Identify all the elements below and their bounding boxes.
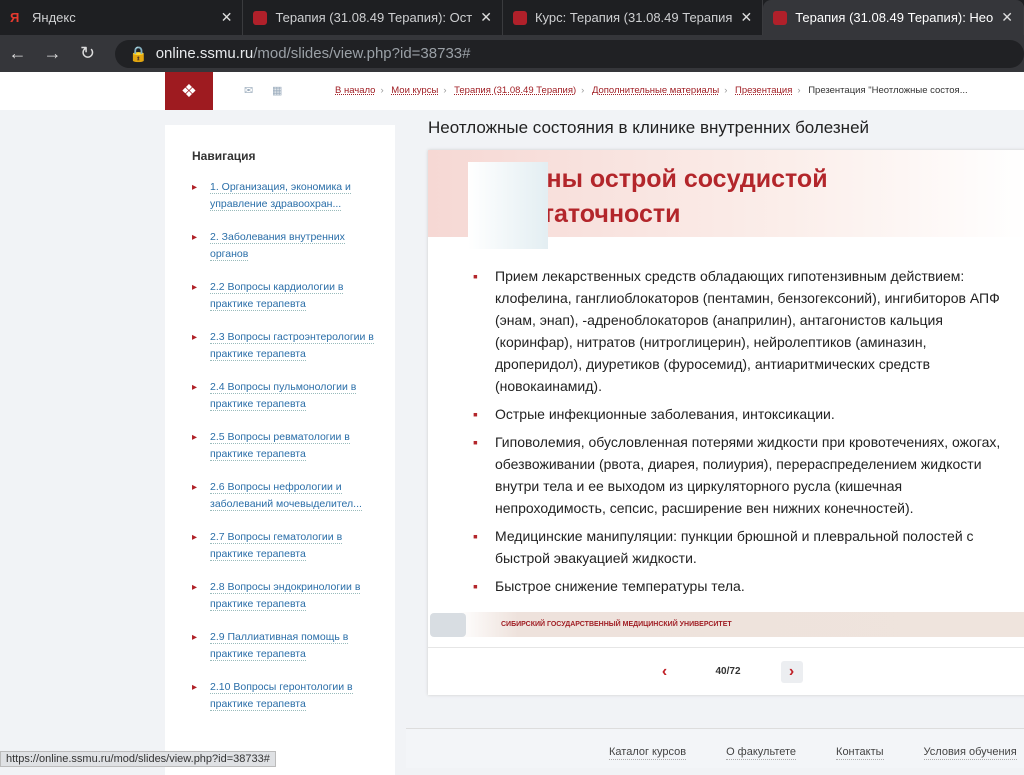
bullet-line: обезвоживании (рвота, диарея, полиурия),…	[495, 456, 982, 472]
breadcrumb-link[interactable]: Дополнительные материалы	[592, 85, 719, 96]
tab-bar: Я Яндекс ✕ Терапия (31.08.49 Терапия): Ост…	[0, 0, 1024, 35]
sidebar-item-label: 2.4 Вопросы пульмонологии в практике тер…	[210, 381, 357, 411]
sidebar-item[interactable]: 2.9 Паллиативная помощь в практике терап…	[165, 629, 395, 663]
bullet-line: Быстрое снижение температуры тела.	[495, 578, 745, 594]
sidebar-item-label: 2.9 Паллиативная помощь в практике терап…	[210, 631, 349, 661]
slide-bullet: Острые инфекционные заболевания, интокси…	[473, 403, 1008, 425]
site-footer: Каталог курсов О факультете Контакты Усл…	[406, 728, 1024, 768]
url-input[interactable]: 🔒 online.ssmu.ru/mod/slides/view.php?id=3…	[115, 39, 1024, 68]
close-icon[interactable]: ✕	[1001, 9, 1013, 26]
sidebar-item-label: 2.10 Вопросы геронтологии в практике тер…	[210, 681, 353, 711]
mail-icon[interactable]: ✉	[244, 84, 253, 97]
address-bar-row: ← → ↻ 🔒 online.ssmu.ru/mod/slides/view.ph…	[0, 35, 1024, 72]
tonometer-image	[430, 612, 466, 637]
favicon-icon	[773, 10, 788, 25]
bullet-line: внутри тела и ее выходом из циркуляторно…	[495, 478, 903, 494]
footer-link[interactable]: Каталог курсов	[609, 746, 687, 760]
sidebar-item-label: 2.3 Вопросы гастроэнтерологии в практике…	[210, 331, 374, 361]
slide-bullet: Быстрое снижение температуры тела.	[473, 575, 1008, 597]
bullet-line: непроходимость, сепсис, расширение вен н…	[495, 500, 914, 516]
sidebar-item[interactable]: 1. Организация, экономика и управление з…	[165, 179, 395, 213]
slide-header: Причины острой сосудистой недостаточности	[428, 150, 1024, 249]
status-bar-url: https://online.ssmu.ru/mod/slides/view.p…	[0, 751, 276, 767]
slide-bullet: Гиповолемия, обусловленная потерями жидк…	[473, 431, 1008, 519]
sidebar-item-label: 2.7 Вопросы гематологии в практике терап…	[210, 531, 343, 561]
forward-icon[interactable]: →	[35, 43, 70, 64]
favicon-icon	[253, 10, 268, 25]
back-icon[interactable]: ←	[0, 43, 35, 64]
breadcrumb-link[interactable]: Презентация	[735, 85, 792, 96]
breadcrumb-link[interactable]: Терапия (31.08.49 Терапия)	[454, 85, 576, 96]
sidebar-item[interactable]: 2.10 Вопросы геронтологии в практике тер…	[165, 679, 395, 713]
next-slide-button[interactable]: ›	[780, 660, 803, 683]
sidebar-item-label: 1. Организация, экономика и управление з…	[210, 181, 351, 211]
sidebar-item-label: 2.2 Вопросы кардиологии в практике терап…	[210, 281, 344, 311]
navigation-title: Навигация	[192, 149, 256, 163]
sidebar-item[interactable]: 2.8 Вопросы эндокринологии в практике те…	[165, 579, 395, 613]
sidebar-item[interactable]: 2.6 Вопросы нефрологии и заболеваний моч…	[165, 479, 395, 513]
calendar-icon[interactable]: ▦	[272, 84, 282, 97]
footer-link[interactable]: О факультете	[726, 746, 797, 760]
reload-icon[interactable]: ↻	[70, 43, 105, 64]
bullet-line: (энам, энап), -адреноблокаторов (анаприл…	[495, 312, 943, 328]
sidebar-item[interactable]: 2.7 Вопросы гематологии в практике терап…	[165, 529, 395, 563]
breadcrumb-link[interactable]: Мои курсы	[391, 85, 438, 96]
page-counter: 40/72	[715, 666, 741, 677]
tab-yandex[interactable]: Я Яндекс ✕	[0, 0, 244, 35]
sidebar-item[interactable]: 2.2 Вопросы кардиологии в практике терап…	[165, 279, 395, 313]
slide-footer: СИБИРСКИЙ ГОСУДАРСТВЕННЫЙ МЕДИЦИНСКИЙ УН…	[428, 612, 1024, 637]
site-header: ❖ ✉ ▦ В начало › Мои курсы › Терапия (31.0…	[0, 72, 1024, 110]
breadcrumb: В начало › Мои курсы › Терапия (31.08.49 Т…	[335, 85, 968, 96]
footer-link[interactable]: Контакты	[836, 746, 884, 760]
sidebar-item-label: 2.6 Вопросы нефрологии и заболеваний моч…	[210, 481, 362, 511]
sidebar-item[interactable]: 2.5 Вопросы ревматологии в практике тера…	[165, 429, 395, 463]
sidebar-item[interactable]: 2.4 Вопросы пульмонологии в практике тер…	[165, 379, 395, 413]
slide-viewer: Причины острой сосудистой недостаточности…	[428, 150, 1024, 695]
bullet-line: Острые инфекционные заболевания, интокси…	[495, 406, 835, 422]
bullet-line: Прием лекарственных средств обладающих г…	[495, 268, 965, 284]
tab-active[interactable]: Терапия (31.08.49 Терапия): Нео ✕	[763, 0, 1024, 35]
sidebar-item[interactable]: 2. Заболевания внутренних органов	[165, 229, 395, 263]
prev-slide-button[interactable]: ‹	[653, 661, 675, 683]
breadcrumb-current: Презентация "Неотложные состоя...	[808, 85, 968, 96]
lock-icon: 🔒	[129, 45, 148, 63]
breadcrumb-link[interactable]: В начало	[335, 85, 375, 96]
close-icon[interactable]: ✕	[740, 9, 752, 26]
footer-link[interactable]: Условия обучения	[923, 746, 1017, 760]
bullet-line: быстрой эвакуацией жидкости.	[495, 550, 697, 566]
tab-therapy-1[interactable]: Терапия (31.08.49 Терапия): Ост ✕	[243, 0, 503, 35]
bullet-line: дроперидол), диуретиков (фуросемид), ант…	[495, 356, 931, 372]
bullet-line: Медицинские манипуляции: пункции брюшной…	[495, 528, 974, 544]
stethoscope-image	[468, 162, 548, 249]
page-title: Неотложные состояния в клинике внутренни…	[428, 118, 870, 137]
yandex-icon: Я	[10, 10, 20, 25]
sidebar-item-label: 2.8 Вопросы эндокринологии в практике те…	[210, 581, 361, 611]
bullet-line: (коринфар), нитратов (нитроглицерин), не…	[495, 334, 927, 350]
sidebar-item[interactable]: 2.3 Вопросы гастроэнтерологии в практике…	[165, 329, 395, 363]
bullet-line: (новокаинамид).	[495, 378, 602, 394]
university-logo[interactable]: ❖	[165, 72, 213, 110]
slide-bullet: Прием лекарственных средств обладающих г…	[473, 265, 1008, 397]
navigation-block: Навигация 1. Организация, экономика и уп…	[165, 125, 395, 775]
slide-bullet: Медицинские манипуляции: пункции брюшной…	[473, 525, 1008, 569]
sidebar-item-label: 2.5 Вопросы ревматологии в практике тера…	[210, 431, 350, 461]
tab-course[interactable]: Курс: Терапия (31.08.49 Терапия ✕	[503, 0, 764, 35]
bullet-line: Гиповолемия, обусловленная потерями жидк…	[495, 434, 1001, 450]
slide-pager: ‹ 40/72 ›	[428, 647, 1024, 695]
close-icon[interactable]: ✕	[480, 9, 492, 26]
bullet-line: клофелина, ганглиоблокаторов (пентамин, …	[495, 290, 1000, 306]
sidebar-item-label: 2. Заболевания внутренних органов	[210, 231, 345, 261]
close-icon[interactable]: ✕	[221, 9, 233, 26]
favicon-icon	[512, 10, 527, 25]
